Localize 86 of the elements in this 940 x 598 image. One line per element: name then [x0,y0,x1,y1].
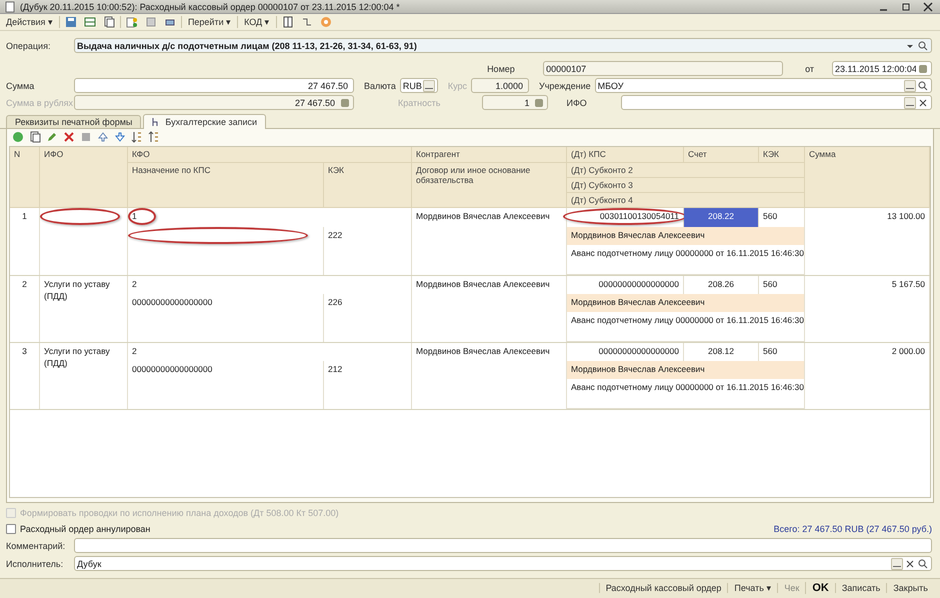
column-header: N [10,147,40,208]
toolbar-menu[interactable]: КОД ▾ [241,17,273,28]
select-button [904,96,916,109]
table-cell: Услуги по уставу (ПДД) [40,276,128,342]
select-button [891,558,903,570]
window-title: (Дубук 20.11.2015 10:00:52): Расходный кассовый ордер 00000107 от 23.11.2015 12:00:04 * [20,2,401,12]
table-cell: 2 [10,276,40,342]
currency-field[interactable]: RUB [400,78,438,94]
table-cell: 222 [324,227,412,275]
search-icon [917,40,929,52]
search-icon [917,558,929,570]
table-icon[interactable] [82,15,98,30]
sum-field[interactable]: 27 467.50 [74,78,354,94]
table-cell: Мордвинов Вячеслав Алексеевич [567,294,805,312]
operation-select[interactable]: Выдача наличных д/с подотчетным лицам (208 11-13, 21-26, 31-34, 61-63, 91) [74,38,932,54]
down-arrow-icon[interactable] [112,130,128,144]
toolbar-menu[interactable]: Перейти ▾ [184,17,234,28]
table-cell: Услуги по уставу (ПДД) [40,342,128,409]
table-cell: 208.22 [684,208,759,228]
table-cell: 2 [128,342,412,361]
multiplicity-field[interactable]: 1 [482,95,548,110]
clear-icon [917,96,929,109]
field-label: от [805,64,814,74]
tab[interactable]: Бухгалтерские записи [143,114,266,130]
column-header: (Дт) Субконто 2 [567,162,805,178]
column-header: Счет [684,147,759,163]
column-header: Назначение по КПС [128,162,324,208]
column-header: ИФО [40,147,128,208]
field-label: Сумма [6,80,36,91]
table-cell: 00000000000000000 [128,360,324,409]
table-cell: Мордвинов Вячеслав Алексеевич [567,227,805,245]
sum-rub-field[interactable]: 27 467.50 [74,95,354,110]
search-icon [917,80,929,92]
rate-field[interactable]: 1.0000 [471,78,529,94]
clear-icon [904,558,916,570]
total-link[interactable]: Всего: 27 467.50 RUB (27 467.50 руб.) [774,524,932,534]
add-icon[interactable] [10,130,26,144]
status-bar-button[interactable]: Закрыть [886,583,934,594]
field-label: Учреждение [539,80,591,91]
column-header: Сумма [805,147,930,208]
column-header: (Дт) КПС [567,147,684,163]
column-header: КЭК [324,162,412,208]
field-label: Курс [448,80,467,91]
table-cell: Аванс подотчетному лицу 00000000 от 16.11.2015 16:46:30 [567,312,805,342]
table-cell: 1 [10,208,40,275]
document-icon [4,0,16,12]
comment-field[interactable] [74,538,932,554]
column-header: (Дт) Субконто 4 [567,192,805,208]
ifo-field[interactable] [620,95,932,110]
toolbar-menu[interactable]: Действия ▾ [3,17,56,28]
table-cell: 00000000000000000 [128,294,324,342]
annulled-checkbox[interactable]: Расходный ордер аннулирован [6,524,150,534]
up-arrow-icon[interactable] [95,130,111,144]
column-header: Контрагент [412,147,567,163]
table-cell: 5 167.50 [805,276,930,342]
column-header: Договор или иное основание обязательства [412,162,567,208]
select-button [904,80,916,92]
field-label: Кратность [398,98,440,108]
table-cell: 1 [128,208,412,228]
table-cell: 2 [128,276,412,294]
column-header: (Дт) Субконто 3 [567,178,805,193]
column-header: КФО [128,147,412,163]
executor-field[interactable]: Дубук [74,556,932,572]
status-bar-button[interactable]: Записать [834,583,886,594]
column-header: КЭК [759,147,805,163]
table-cell: 2 000.00 [805,342,930,409]
field-label: Номер [487,64,516,74]
status-bar-button[interactable]: OK [805,582,835,594]
table-cell: 212 [324,360,412,409]
table-cell: 3 [10,342,40,409]
status-bar-button[interactable]: Расходный кассовый ордер [598,583,728,594]
table-cell: Аванс подотчетному лицу 00000000 от 16.11.2015 16:46:30 [567,245,805,275]
field-label: ИФО [566,98,587,108]
number-field[interactable]: 00000107 [543,61,784,76]
table-cell: 226 [324,294,412,342]
table-cell: Мордвинов Вячеслав Алексеевич [567,360,805,379]
field-label: Операция: [6,40,52,51]
table-cell: Аванс подотчетному лицу 00000000 от 16.11.2015 16:46:30 [567,378,805,409]
select-button [422,80,435,92]
field-label: Исполнитель: [6,558,64,569]
tab[interactable]: Реквизиты печатной формы [6,115,142,128]
field-label: Валюта [364,80,396,91]
field-label: Комментарий: [6,540,66,551]
institution-field[interactable]: МБОУ [594,78,932,94]
table-cell: 13 100.00 [805,208,930,275]
status-bar-button[interactable]: Печать ▾ [727,583,778,594]
